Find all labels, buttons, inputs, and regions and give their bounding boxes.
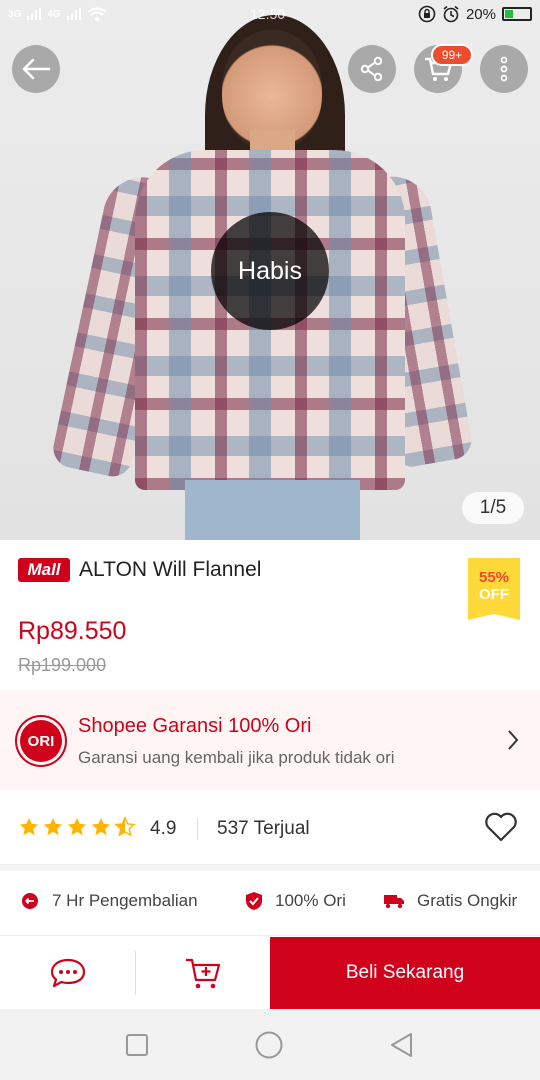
image-counter: 1/5	[462, 492, 524, 524]
alarm-icon	[443, 5, 459, 23]
battery-icon	[502, 7, 532, 21]
star-icon	[67, 817, 87, 836]
status-time: 12:50	[250, 6, 286, 22]
system-nav-bar	[0, 1009, 540, 1080]
add-to-cart-button[interactable]	[135, 937, 270, 1009]
star-icon	[43, 817, 63, 836]
product-image-carousel[interactable]: Habis 1/5	[0, 0, 540, 540]
rating-stars	[18, 816, 136, 838]
guarantee-banner[interactable]: ORI Shopee Garansi 100% Ori Garansi uang…	[0, 690, 540, 790]
wifi-icon	[87, 7, 107, 21]
signal-icon-2	[66, 8, 81, 20]
status-bar: 3G 4G 12:50 20%	[0, 0, 540, 28]
feature-free-shipping-label: Gratis Ongkir	[417, 891, 518, 910]
network-label-3g: 3G	[8, 8, 22, 20]
rating-row[interactable]: 4.9 537 Terjual	[0, 790, 540, 865]
status-right: 20%	[418, 5, 532, 23]
star-icon	[19, 817, 39, 836]
buy-now-button[interactable]: Beli Sekarang	[270, 937, 540, 1009]
product-detail-screen: Habis 1/5 3G 4G 12:50 20% 99+ Mall ALTON…	[0, 0, 540, 1080]
more-vertical-icon	[500, 56, 508, 82]
home-icon[interactable]	[254, 1030, 284, 1060]
truck-icon	[384, 895, 404, 909]
feature-ori-label: 100% Ori	[275, 891, 346, 910]
rating-value: 4.9	[150, 818, 177, 839]
bottom-action-bar: Beli Sekarang	[0, 937, 540, 1009]
ori-badge-icon: ORI	[20, 720, 62, 762]
title-row: Mall ALTON Will Flannel	[18, 558, 261, 582]
sold-count: 537 Terjual	[217, 818, 310, 839]
discount-off-label: OFF	[479, 586, 509, 603]
arrow-left-icon	[22, 58, 51, 80]
back-button[interactable]	[12, 45, 60, 93]
network-label-4g: 4G	[47, 8, 61, 20]
return-icon	[22, 893, 38, 909]
product-photo-jeans	[185, 480, 360, 540]
share-icon	[360, 56, 383, 82]
more-options-button[interactable]	[480, 45, 528, 93]
guarantee-subtitle: Garansi uang kembali jika produk tidak o…	[78, 748, 395, 767]
shield-check-icon	[246, 892, 262, 910]
signal-icon	[27, 8, 42, 20]
feature-return: 7 Hr Pengembalian	[20, 891, 198, 911]
mall-badge: Mall	[18, 558, 70, 582]
action-divider	[135, 951, 136, 995]
recent-apps-icon[interactable]	[125, 1033, 149, 1057]
add-to-cart-icon	[185, 958, 220, 989]
product-title: ALTON Will Flannel	[79, 558, 262, 581]
status-left: 3G 4G	[8, 7, 107, 21]
feature-ori: 100% Ori	[245, 891, 346, 911]
feature-return-label: 7 Hr Pengembalian	[52, 891, 198, 910]
original-price: Rp199.000	[18, 655, 107, 675]
back-nav-icon[interactable]	[389, 1032, 415, 1058]
battery-percent: 20%	[465, 5, 496, 23]
discount-badge: 55% OFF	[468, 558, 520, 620]
chat-icon	[50, 958, 85, 988]
sold-out-overlay: Habis	[211, 212, 329, 330]
rating-divider	[197, 818, 198, 840]
discount-percent: 55%	[478, 569, 510, 586]
heart-icon[interactable]	[484, 812, 518, 842]
star-icon	[91, 817, 111, 836]
feature-free-shipping: Gratis Ongkir	[383, 891, 517, 911]
cart-count-badge: 99+	[431, 44, 473, 66]
sold-out-label: Habis	[238, 256, 302, 285]
share-button[interactable]	[348, 45, 396, 93]
chat-button[interactable]	[0, 937, 135, 1009]
star-half-icon	[114, 816, 136, 837]
product-price: Rp89.550	[18, 617, 127, 645]
chevron-right-icon	[508, 730, 519, 750]
lock-rotation-icon	[418, 5, 436, 23]
guarantee-title: Shopee Garansi 100% Ori	[78, 715, 312, 737]
features-row[interactable]: 7 Hr Pengembalian 100% Ori Gratis Ongkir	[0, 871, 540, 936]
product-info: Mall ALTON Will Flannel 55% OFF Rp89.550…	[0, 540, 540, 690]
